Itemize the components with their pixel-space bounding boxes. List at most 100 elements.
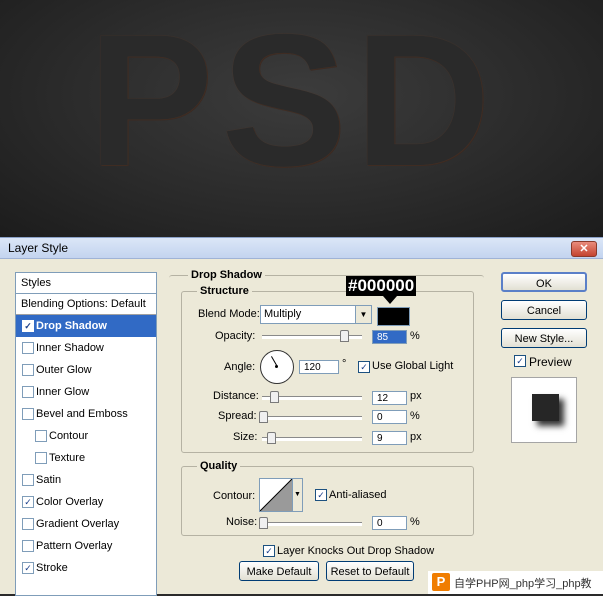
noise-unit: % <box>410 516 420 528</box>
spread-unit: % <box>410 410 420 422</box>
distance-label: Distance: <box>213 390 259 402</box>
angle-dial[interactable] <box>260 350 294 384</box>
noise-input[interactable]: 0 <box>372 516 407 530</box>
style-checkbox[interactable] <box>35 430 47 442</box>
spread-slider-thumb[interactable] <box>259 411 268 423</box>
cancel-button[interactable]: Cancel <box>501 300 587 320</box>
style-item-inner-glow[interactable]: Inner Glow <box>16 381 156 403</box>
style-checkbox[interactable] <box>22 342 34 354</box>
style-item-label: Color Overlay <box>36 496 104 508</box>
opacity-label: Opacity: <box>215 330 256 342</box>
opacity-slider-thumb[interactable] <box>340 330 349 342</box>
style-item-bevel-and-emboss[interactable]: Bevel and Emboss <box>16 403 156 425</box>
styles-header[interactable]: Styles <box>16 273 156 294</box>
angle-input[interactable]: 120 <box>299 360 339 374</box>
style-item-label: Outer Glow <box>36 364 92 376</box>
contour-picker[interactable]: ▼ <box>259 478 303 512</box>
blending-options-item[interactable]: Blending Options: Default <box>16 294 156 315</box>
style-checkbox[interactable] <box>22 540 34 552</box>
preview-square <box>532 394 559 421</box>
distance-unit: px <box>410 390 422 402</box>
make-default-button[interactable]: Make Default <box>239 561 319 581</box>
style-item-label: Stroke <box>36 562 68 574</box>
style-item-inner-shadow[interactable]: Inner Shadow <box>16 337 156 359</box>
layer-knocks-out-label[interactable]: Layer Knocks Out Drop Shadow <box>277 545 434 557</box>
document-canvas: PSD <box>0 0 603 237</box>
shadow-color-swatch[interactable] <box>377 307 410 326</box>
structure-label: Structure <box>197 285 252 297</box>
section-title: Drop Shadow <box>188 269 265 281</box>
noise-label: Noise: <box>226 516 258 528</box>
size-slider-thumb[interactable] <box>267 432 276 444</box>
watermark-text: 自学PHP网_php学习_php教 <box>454 578 592 590</box>
blend-mode-value: Multiply <box>264 308 302 320</box>
tooltip-arrow-icon <box>383 296 397 304</box>
preview-checkbox[interactable]: ✓ <box>514 355 526 367</box>
spread-slider[interactable] <box>262 416 362 420</box>
style-item-contour[interactable]: Contour <box>16 425 156 447</box>
style-item-satin[interactable]: Satin <box>16 469 156 491</box>
style-checkbox[interactable] <box>22 518 34 530</box>
style-checkbox[interactable] <box>22 364 34 376</box>
angle-unit: ° <box>342 358 347 370</box>
opacity-unit: % <box>410 330 420 342</box>
use-global-light-checkbox[interactable]: ✓ <box>358 361 370 373</box>
style-checkbox[interactable]: ✓ <box>22 496 34 508</box>
opacity-input[interactable]: 85 <box>372 330 407 344</box>
style-item-texture[interactable]: Texture <box>16 447 156 469</box>
size-unit: px <box>410 431 422 443</box>
style-item-stroke[interactable]: ✓ Stroke <box>16 557 156 579</box>
contour-curve-icon <box>259 478 293 512</box>
noise-slider[interactable] <box>262 522 362 526</box>
size-input[interactable]: 9 <box>372 431 407 445</box>
spread-label: Spread: <box>218 410 257 422</box>
style-item-label: Drop Shadow <box>36 320 107 332</box>
style-item-label: Inner Glow <box>36 386 90 398</box>
style-checkbox[interactable] <box>22 386 34 398</box>
layer-style-dialog: Layer Style ✕ Styles Blending Options: D… <box>0 237 603 596</box>
style-item-outer-glow[interactable]: Outer Glow <box>16 359 156 381</box>
style-checkbox[interactable] <box>22 408 34 420</box>
anti-aliased-label[interactable]: Anti-aliased <box>329 489 386 501</box>
style-item-drop-shadow[interactable]: ✓ Drop Shadow <box>16 315 156 337</box>
style-item-label: Pattern Overlay <box>36 540 113 552</box>
style-item-label: Gradient Overlay <box>36 518 120 530</box>
style-checkbox[interactable]: ✓ <box>22 320 34 332</box>
style-checkbox[interactable] <box>35 452 47 464</box>
watermark: P 自学PHP网_php学习_php教 <box>428 571 603 594</box>
ok-button[interactable]: OK <box>501 272 587 292</box>
chevron-down-icon[interactable]: ▼ <box>292 479 302 511</box>
size-slider[interactable] <box>262 437 362 441</box>
use-global-light-label[interactable]: Use Global Light <box>372 360 453 372</box>
blend-mode-select[interactable]: Multiply ▼ <box>260 305 372 324</box>
preview-label[interactable]: Preview <box>529 355 572 369</box>
style-item-color-overlay[interactable]: ✓ Color Overlay <box>16 491 156 513</box>
quality-label: Quality <box>197 460 241 472</box>
close-icon: ✕ <box>579 243 589 255</box>
color-hex-tooltip: #000000 <box>346 276 417 296</box>
style-checkbox[interactable] <box>22 474 34 486</box>
watermark-logo: P <box>432 573 450 591</box>
style-item-label: Contour <box>49 430 89 442</box>
noise-slider-thumb[interactable] <box>259 517 268 529</box>
reset-to-default-button[interactable]: Reset to Default <box>326 561 414 581</box>
distance-slider-thumb[interactable] <box>270 391 279 403</box>
style-item-gradient-overlay[interactable]: Gradient Overlay <box>16 513 156 535</box>
style-item-label: Satin <box>36 474 62 486</box>
style-item-pattern-overlay[interactable]: Pattern Overlay <box>16 535 156 557</box>
spread-input[interactable]: 0 <box>372 410 407 424</box>
blend-mode-label: Blend Mode: <box>198 308 260 320</box>
anti-aliased-checkbox[interactable]: ✓ <box>315 489 327 501</box>
style-preview <box>511 377 577 443</box>
angle-center-dot <box>275 365 278 368</box>
distance-input[interactable]: 12 <box>372 391 407 405</box>
style-item-label: Bevel and Emboss <box>36 408 128 420</box>
size-label: Size: <box>233 431 258 443</box>
close-button[interactable]: ✕ <box>571 241 597 257</box>
layer-knocks-out-checkbox[interactable]: ✓ <box>263 545 275 557</box>
dialog-titlebar[interactable]: Layer Style ✕ <box>0 238 603 259</box>
contour-label: Contour: <box>213 490 256 502</box>
dialog-title: Layer Style <box>8 241 69 255</box>
new-style-button[interactable]: New Style... <box>501 328 587 348</box>
style-checkbox[interactable]: ✓ <box>22 562 34 574</box>
